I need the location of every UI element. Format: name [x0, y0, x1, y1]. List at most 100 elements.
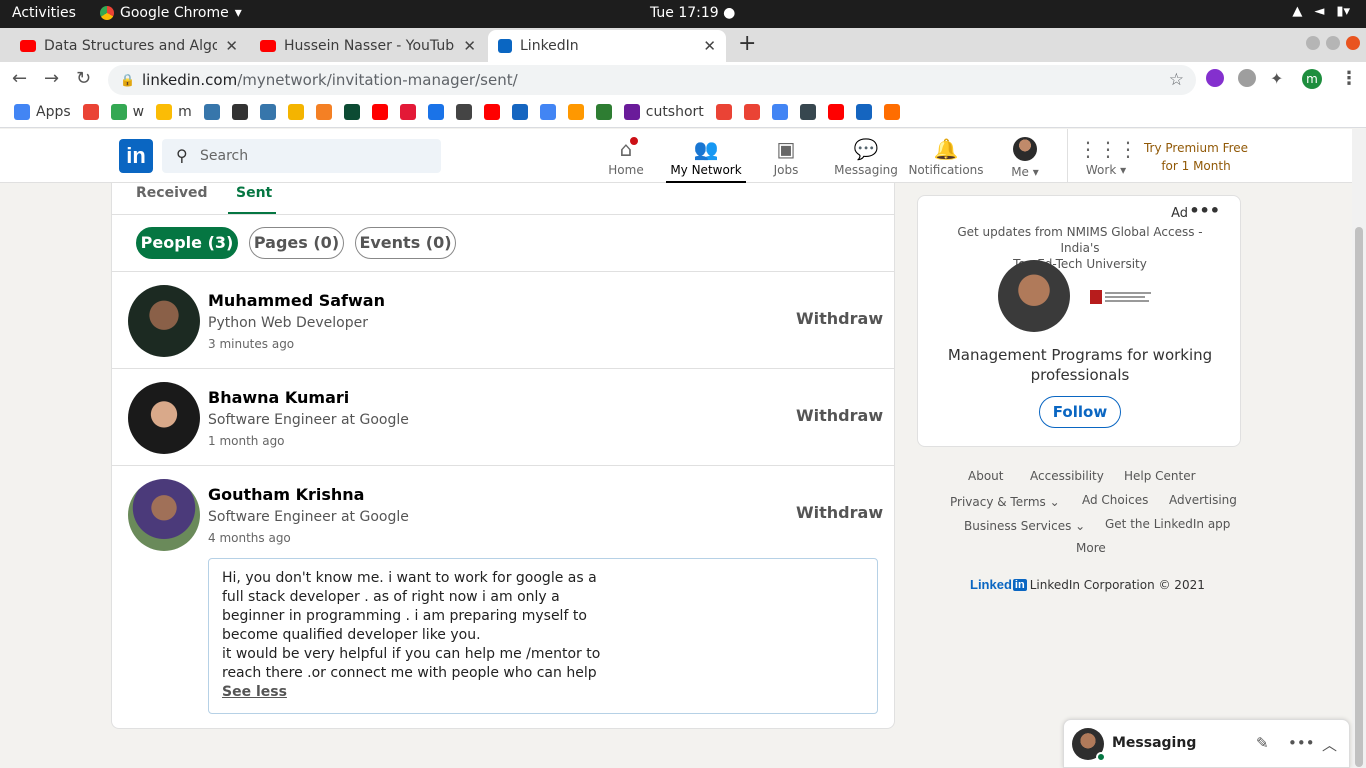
- person-name[interactable]: Bhawna Kumari: [208, 388, 349, 407]
- bookmark-item[interactable]: [771, 103, 788, 120]
- extension-icon[interactable]: [1238, 69, 1256, 87]
- filter-pages[interactable]: Pages (0): [249, 227, 344, 259]
- footer-help-link[interactable]: Help Center: [1124, 469, 1196, 483]
- bookmark-item[interactable]: [743, 103, 760, 120]
- bookmark-item[interactable]: [259, 103, 276, 120]
- bookmark-item[interactable]: [539, 103, 556, 120]
- bookmark-item[interactable]: [427, 103, 444, 120]
- bookmark-item[interactable]: [567, 103, 584, 120]
- bookmark-item[interactable]: [827, 103, 844, 120]
- bookmark-item[interactable]: [399, 103, 416, 120]
- footer-business-link[interactable]: Business Services ⌄: [964, 519, 1085, 533]
- kebab-menu-icon[interactable]: ⋮: [1340, 68, 1358, 89]
- bookmark-item[interactable]: [203, 103, 220, 120]
- follow-button[interactable]: Follow: [1039, 396, 1121, 428]
- nav-work[interactable]: ⋮⋮⋮ Work ▾: [1078, 129, 1138, 183]
- nav-me[interactable]: Me ▾: [1002, 129, 1048, 183]
- clock[interactable]: Tue 17:19 ●: [650, 5, 735, 21]
- close-icon[interactable]: ✕: [703, 37, 716, 55]
- footer-privacy-link[interactable]: Privacy & Terms ⌄: [950, 495, 1060, 509]
- messaging-overlay-bar[interactable]: Messaging ✎ ••• ︿: [1063, 719, 1350, 768]
- reload-icon[interactable]: ↻: [76, 68, 91, 89]
- tab-data-structures[interactable]: Data Structures and Algo ✕: [10, 30, 248, 62]
- nav-jobs[interactable]: ▣ Jobs: [762, 129, 810, 183]
- person-name[interactable]: Muhammed Safwan: [208, 291, 385, 310]
- nav-home[interactable]: ⌂ Home: [596, 129, 656, 183]
- bookmark-item[interactable]: [287, 103, 304, 120]
- footer-more-link[interactable]: More: [1076, 541, 1106, 555]
- tab-linkedin[interactable]: LinkedIn ✕: [488, 30, 726, 62]
- invitation-row: Muhammed Safwan Python Web Developer 3 m…: [112, 271, 894, 368]
- close-icon[interactable]: ✕: [463, 37, 476, 55]
- nmims-logo[interactable]: [1090, 290, 1154, 304]
- puzzle-icon[interactable]: ✦: [1270, 69, 1290, 89]
- page-scrollbar[interactable]: [1352, 129, 1366, 768]
- see-less-link[interactable]: See less: [222, 683, 864, 702]
- avatar[interactable]: [128, 285, 200, 357]
- withdraw-button[interactable]: Withdraw: [796, 406, 883, 425]
- footer-advertising-link[interactable]: Advertising: [1169, 493, 1237, 507]
- footer-get-app-link[interactable]: Get the LinkedIn app: [1105, 517, 1230, 531]
- tab-received[interactable]: Received: [136, 185, 208, 201]
- maximize-button[interactable]: [1326, 36, 1340, 50]
- withdraw-button[interactable]: Withdraw: [796, 309, 883, 328]
- bookmark-item[interactable]: [511, 103, 528, 120]
- app-menu[interactable]: Google Chrome ▾: [100, 5, 242, 21]
- back-arrow-icon[interactable]: ←: [12, 68, 27, 89]
- new-tab-button[interactable]: +: [738, 31, 756, 56]
- filter-events[interactable]: Events (0): [355, 227, 456, 259]
- bookmark-item[interactable]: [455, 103, 472, 120]
- nav-messaging[interactable]: 💬 Messaging: [832, 129, 900, 183]
- bookmark-item[interactable]: [855, 103, 872, 120]
- avatar[interactable]: [128, 479, 200, 551]
- system-tray[interactable]: ▲ ◄ ▮▾: [1292, 4, 1350, 19]
- footer-ad-choices-link[interactable]: Ad Choices: [1082, 493, 1148, 507]
- dark-mode-extension-icon[interactable]: [1206, 69, 1224, 87]
- avatar[interactable]: [128, 382, 200, 454]
- minimize-button[interactable]: [1306, 36, 1320, 50]
- ad-avatar[interactable]: [998, 260, 1070, 332]
- tab-sent[interactable]: Sent: [236, 185, 272, 201]
- chevron-up-icon[interactable]: ︿: [1322, 734, 1337, 755]
- footer-accessibility-link[interactable]: Accessibility: [1030, 469, 1104, 483]
- bookmark-item[interactable]: [715, 103, 732, 120]
- scrollbar-thumb[interactable]: [1355, 227, 1363, 767]
- bookmark-item[interactable]: [343, 103, 360, 120]
- bookmark-item[interactable]: cutshort: [623, 103, 704, 120]
- nav-my-network[interactable]: 👥 My Network: [666, 129, 746, 183]
- bookmark-star-icon[interactable]: ☆: [1169, 65, 1184, 95]
- more-options-icon[interactable]: •••: [1189, 201, 1220, 220]
- bookmark-item[interactable]: Apps: [14, 103, 71, 120]
- forward-arrow-icon[interactable]: →: [44, 68, 59, 89]
- bookmark-item[interactable]: [231, 103, 248, 120]
- filter-people[interactable]: People (3): [136, 227, 238, 259]
- person-name[interactable]: Goutham Krishna: [208, 485, 364, 504]
- chevron-down-icon: ▾: [1120, 163, 1127, 177]
- search-input[interactable]: ⚲ Search: [162, 139, 441, 173]
- address-bar[interactable]: 🔒 linkedin.com/mynetwork/invitation-mana…: [108, 65, 1196, 95]
- bookmark-item[interactable]: m: [156, 103, 192, 120]
- window-close-button[interactable]: [1346, 36, 1360, 50]
- withdraw-button[interactable]: Withdraw: [796, 503, 883, 522]
- bookmark-item[interactable]: [371, 103, 388, 120]
- profile-avatar[interactable]: m: [1302, 69, 1322, 89]
- linkedin-logo[interactable]: in: [119, 139, 153, 173]
- bookmark-item[interactable]: [315, 103, 332, 120]
- bookmark-item[interactable]: [483, 103, 500, 120]
- bookmark-item[interactable]: [883, 103, 900, 120]
- person-headline: Software Engineer at Google: [208, 412, 409, 428]
- bookmark-label: w: [132, 103, 145, 120]
- more-options-icon[interactable]: •••: [1288, 734, 1315, 752]
- bookmark-item[interactable]: [595, 103, 612, 120]
- bookmark-label: cutshort: [645, 103, 704, 120]
- tab-hussein-nasser[interactable]: Hussein Nasser - YouTube ✕: [250, 30, 486, 62]
- footer-about-link[interactable]: About: [968, 469, 1003, 483]
- close-icon[interactable]: ✕: [225, 37, 238, 55]
- compose-icon[interactable]: ✎: [1256, 734, 1269, 752]
- premium-upsell-link[interactable]: Try Premium Free for 1 Month: [1140, 139, 1252, 175]
- bookmark-item[interactable]: [799, 103, 816, 120]
- bookmark-item[interactable]: [82, 103, 99, 120]
- activities-button[interactable]: Activities: [12, 5, 76, 21]
- bookmark-item[interactable]: w: [110, 103, 145, 120]
- nav-notifications[interactable]: 🔔 Notifications: [908, 129, 984, 183]
